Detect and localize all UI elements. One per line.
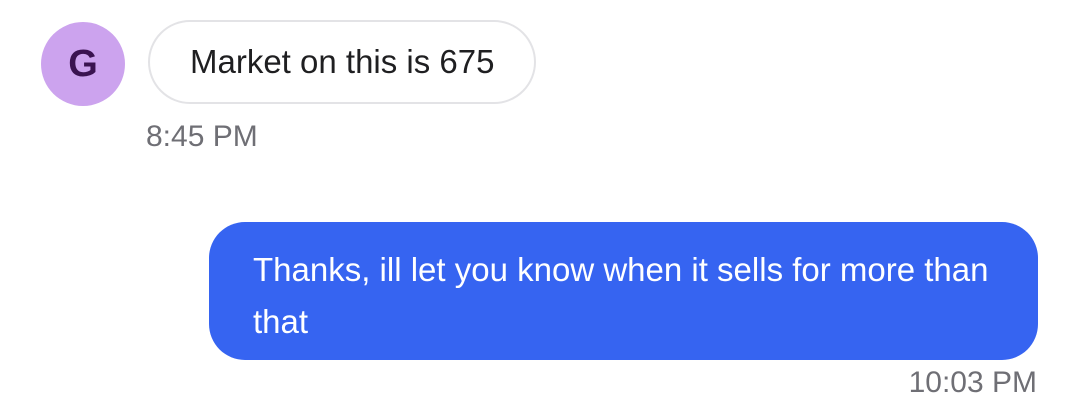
incoming-message-text: Market on this is 675: [190, 43, 495, 80]
avatar[interactable]: G: [41, 22, 125, 106]
outgoing-message-bubble[interactable]: Thanks, ill let you know when it sells f…: [209, 222, 1038, 360]
incoming-message-timestamp: 8:45 PM: [146, 120, 258, 153]
outgoing-message-text: Thanks, ill let you know when it sells f…: [253, 251, 989, 340]
outgoing-message-timestamp: 10:03 PM: [908, 366, 1037, 399]
incoming-message-bubble[interactable]: Market on this is 675: [148, 20, 537, 104]
avatar-initial: G: [68, 42, 98, 85]
